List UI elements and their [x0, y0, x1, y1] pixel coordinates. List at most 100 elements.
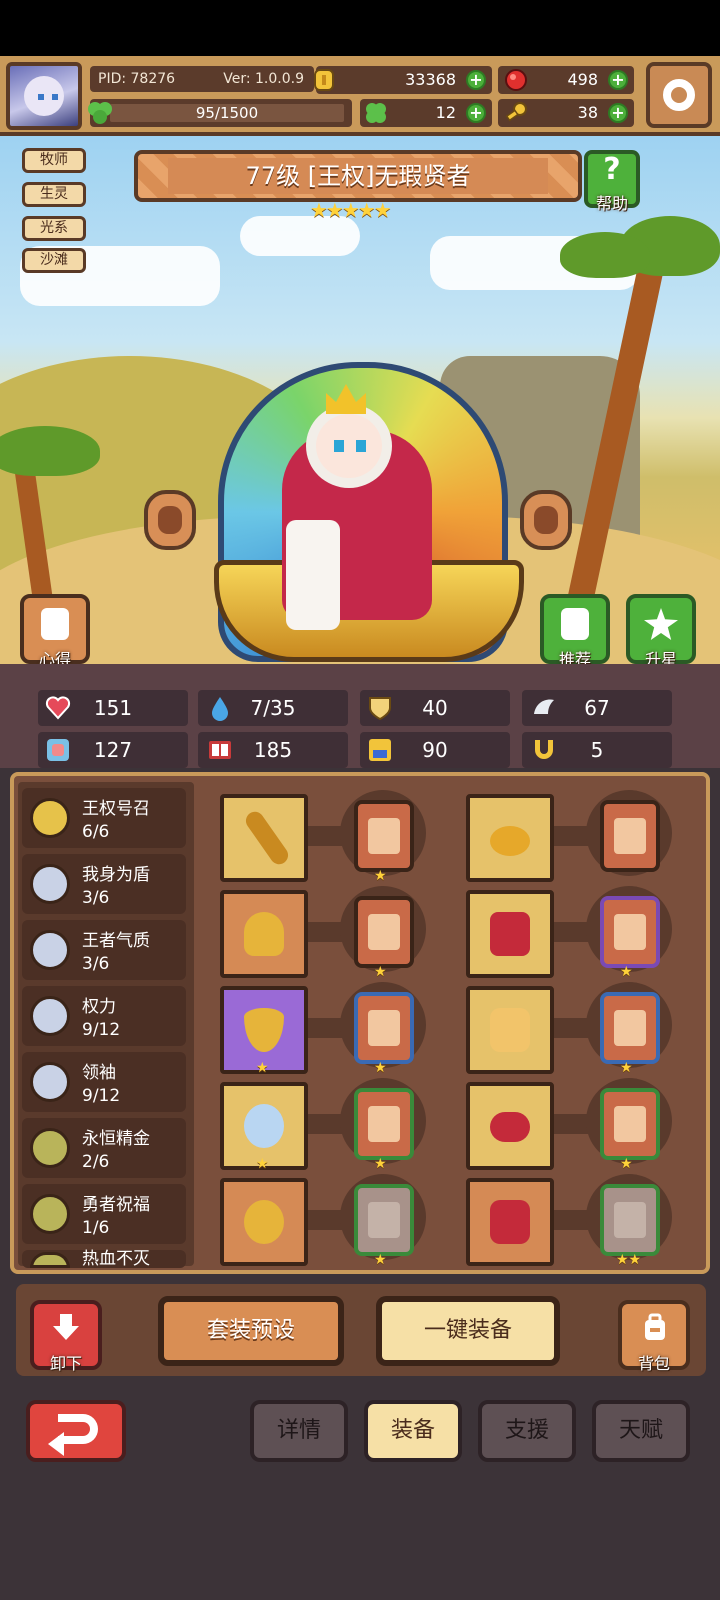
player-avatar[interactable] [6, 62, 82, 130]
rune-card-slot[interactable] [354, 1184, 414, 1256]
rune-card-icon [614, 818, 646, 854]
clover-exp-icon [88, 102, 112, 124]
stat-magic-value: 185 [253, 738, 293, 762]
red-gem-icon [505, 69, 527, 91]
hero-title: 77级 [王权]无瑕贤者 [168, 158, 548, 194]
rune-card-icon [368, 1106, 400, 1142]
gold-value: 33368 [405, 70, 456, 89]
stat-defense-value: 40 [422, 696, 448, 720]
chevron-right-icon [534, 506, 558, 534]
tag-element: 光系 [22, 216, 86, 241]
tab-details[interactable]: 详情 [250, 1400, 348, 1462]
set-count: 2/6 [82, 1152, 110, 1172]
tab-equipment[interactable]: 装备 [364, 1400, 462, 1462]
bottom-background [0, 1480, 720, 1600]
set-bronze-icon [30, 1252, 70, 1268]
scepter-icon [242, 808, 292, 868]
key-icon [505, 102, 527, 122]
rune-card-stars: ★ [374, 1252, 387, 1268]
equip-all-button[interactable]: 一键装备 [376, 1296, 560, 1366]
set-item[interactable]: 王权号召 6/6 [22, 788, 186, 848]
set-silver-icon [30, 996, 70, 1036]
spellbook-icon [209, 741, 231, 759]
player-id-bar: PID: 78276 Ver: 1.0.0.9 [90, 66, 314, 92]
equipment-slot-ring[interactable] [220, 1178, 308, 1266]
set-item[interactable]: 我身为盾 3/6 [22, 854, 186, 914]
wing-icon [534, 699, 554, 714]
set-item[interactable]: 王者气质 3/6 [22, 920, 186, 980]
rune-card-slot[interactable] [600, 800, 660, 872]
equipment-slot-boots[interactable] [466, 1178, 554, 1266]
equipment-slot-crown[interactable] [466, 794, 554, 882]
rune-card-stars: ★ [374, 964, 387, 980]
set-item[interactable]: 永恒精金 2/6 [22, 1118, 186, 1178]
rune-card-slot[interactable] [600, 992, 660, 1064]
helmet-icon [41, 608, 69, 640]
bag-label: 背包 [637, 1354, 670, 1373]
clover-value: 12 [435, 103, 456, 122]
set-item[interactable]: 权力 9/12 [22, 986, 186, 1046]
water-drop-icon [212, 697, 228, 721]
rune-card-slot[interactable] [600, 1088, 660, 1160]
equipment-slot-weapon[interactable] [220, 794, 308, 882]
set-name: 王权号召 [82, 799, 150, 819]
next-hero-button[interactable] [520, 490, 572, 550]
equipment-stars: ★ [256, 1060, 269, 1076]
system-status-bar [0, 0, 720, 56]
stat-resist-value: 90 [422, 738, 448, 762]
backpack-icon [645, 1313, 665, 1340]
rune-card-icon [368, 914, 400, 950]
settings-button[interactable] [646, 62, 712, 128]
rune-card-slot[interactable] [354, 992, 414, 1064]
set-name: 领袖 [82, 1063, 116, 1083]
rune-card-slot[interactable] [354, 896, 414, 968]
exp-text: 95/1500 [195, 104, 259, 122]
set-item[interactable]: 勇者祝福 1/6 [22, 1184, 186, 1244]
rune-card-slot[interactable] [354, 800, 414, 872]
gem-add-button[interactable]: + [608, 70, 628, 90]
previous-hero-button[interactable] [144, 490, 196, 550]
set-gold-icon [30, 798, 70, 838]
ring-icon [244, 1200, 284, 1244]
stat-luck-value: 5 [590, 738, 604, 762]
back-button[interactable] [26, 1400, 126, 1462]
rune-card-slot[interactable] [600, 1184, 660, 1256]
rune-card-stars: ★ [374, 1156, 387, 1172]
tab-talent[interactable]: 天赋 [592, 1400, 690, 1462]
heart-icon [45, 696, 71, 720]
necklace-icon [244, 1008, 284, 1052]
rune-card-icon [614, 1010, 646, 1046]
arrow-down-icon [53, 1314, 79, 1340]
hero-eye-right [356, 440, 366, 452]
rune-card-slot[interactable] [600, 896, 660, 968]
set-item[interactable]: 领袖 9/12 [22, 1052, 186, 1112]
rune-card-icon [368, 818, 400, 854]
gold-add-button[interactable]: + [466, 70, 486, 90]
set-name: 王者气质 [82, 931, 150, 951]
rune-card-icon [614, 914, 646, 950]
key-value: 38 [577, 103, 598, 122]
set-bronze-icon [30, 1128, 70, 1168]
set-item[interactable]: 热血不灭 [22, 1249, 186, 1269]
gear-icon [663, 79, 695, 111]
pid-label: PID: 78276 [98, 71, 176, 87]
rune-card-icon [368, 1010, 400, 1046]
tab-support[interactable]: 支援 [478, 1400, 576, 1462]
tag-skin-theme: 沙滩 [22, 248, 86, 273]
set-name: 热血不灭 [82, 1249, 150, 1269]
equipment-slot-armor[interactable] [466, 890, 554, 978]
equipment-slot-helmet[interactable] [220, 890, 308, 978]
equipment-slot-belt[interactable] [466, 1082, 554, 1170]
help-label: 帮助 [595, 194, 628, 213]
rune-card-slot[interactable] [354, 1088, 414, 1160]
key-add-button[interactable]: + [608, 103, 628, 123]
return-arrow-icon [58, 1414, 98, 1444]
set-silver-icon [30, 864, 70, 904]
helmet-icon [244, 912, 284, 956]
outfit-preset-button[interactable]: 套装预设 [158, 1296, 344, 1366]
thumbs-up-icon [561, 608, 589, 640]
equipment-stars: ★ [256, 1156, 269, 1172]
equipment-slot-gloves[interactable] [466, 986, 554, 1074]
set-count: 1/6 [82, 1218, 110, 1238]
clover-add-button[interactable]: + [466, 103, 486, 123]
